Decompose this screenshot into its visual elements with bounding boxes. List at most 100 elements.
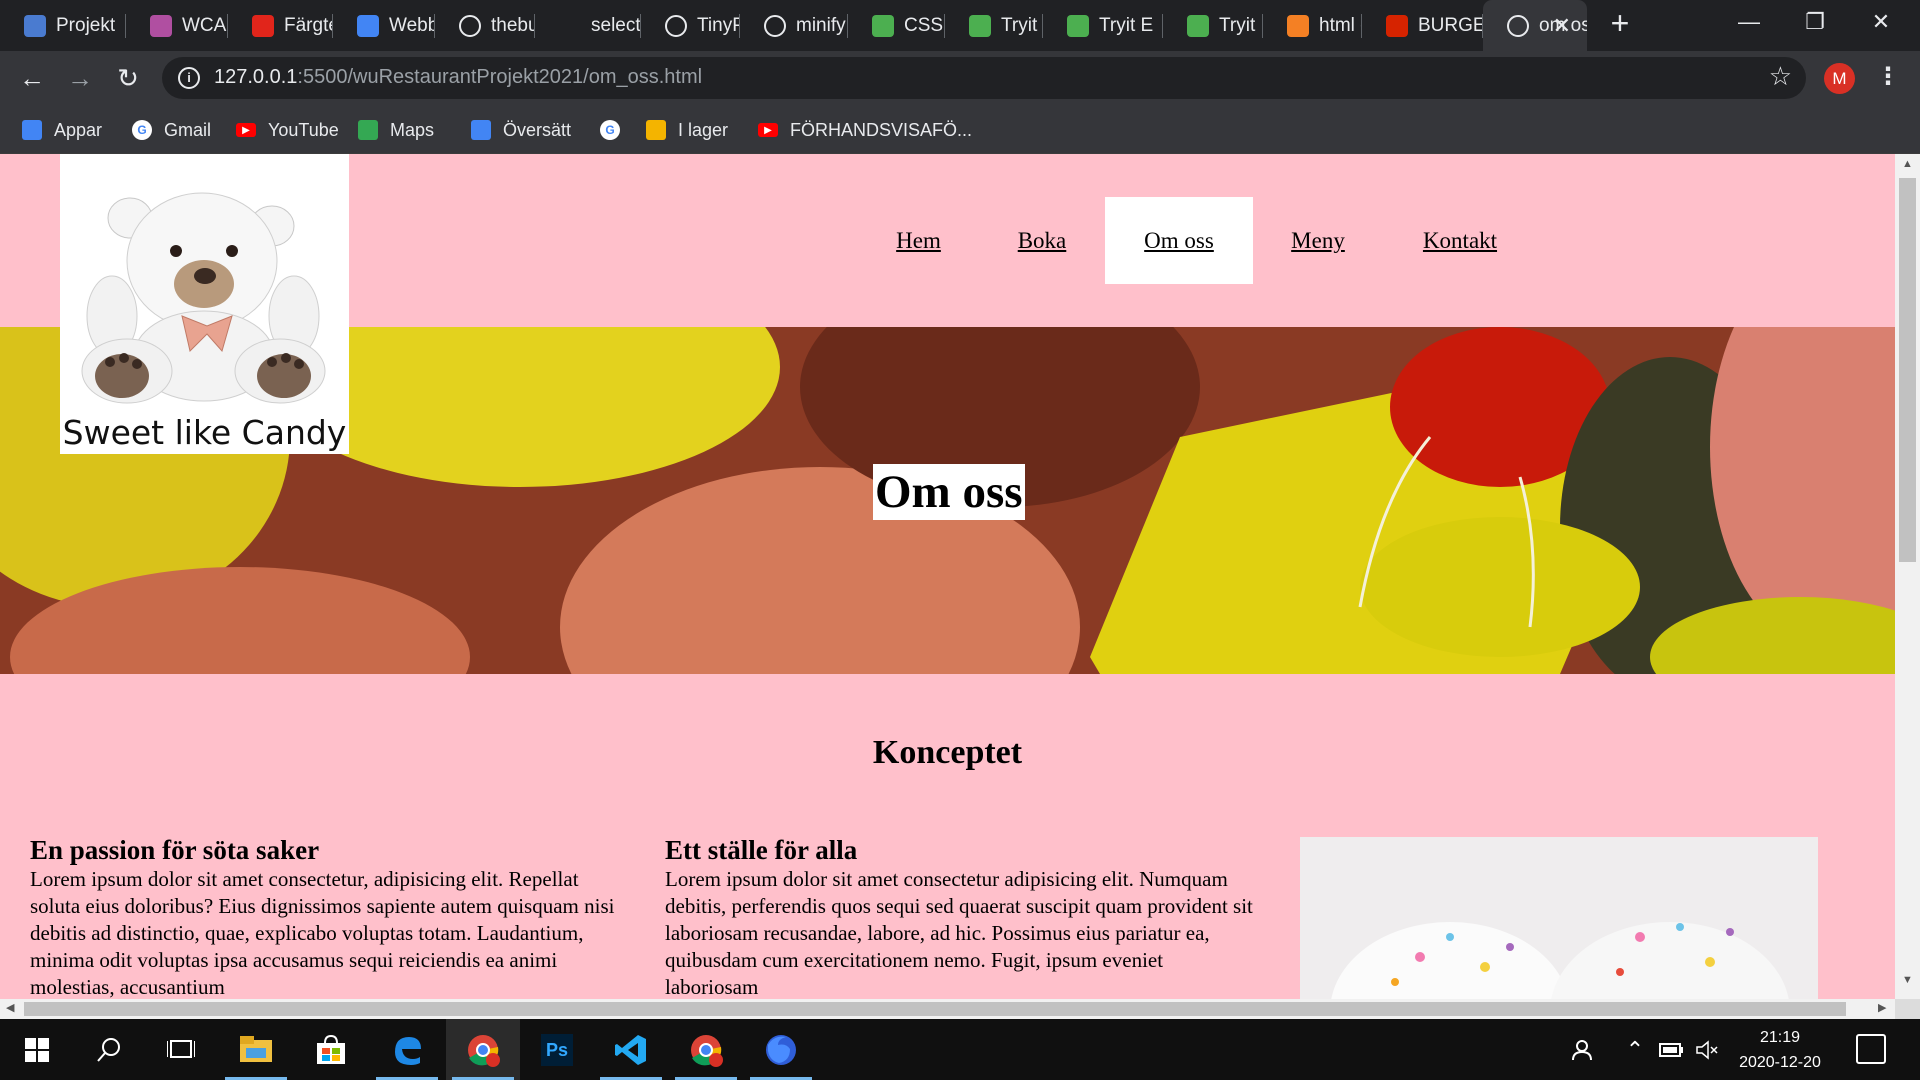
- nav-link-om-oss[interactable]: Om oss: [1105, 197, 1253, 284]
- site-logo[interactable]: Sweet like Candy: [60, 154, 349, 454]
- address-bar[interactable]: i 127.0.0.1:5500/wuRestaurantProjekt2021…: [162, 57, 1806, 99]
- globe-icon: [459, 14, 481, 37]
- tab-title: TinyPNG: [697, 14, 740, 36]
- task-view-icon[interactable]: [144, 1019, 218, 1080]
- content-column-2: Ett ställe för alla Lorem ipsum dolor si…: [665, 834, 1255, 999]
- scroll-left-arrow-icon[interactable]: ◀: [6, 1001, 14, 1014]
- site-info-icon[interactable]: i: [178, 67, 200, 89]
- nav-link-boka[interactable]: Boka: [996, 197, 1088, 284]
- tab-title: Färgtema: [284, 14, 333, 36]
- horizontal-scrollbar[interactable]: ◀ ▶: [0, 999, 1895, 1019]
- browser-tab[interactable]: Tryit E: [1043, 0, 1163, 51]
- apps-grid-icon: [22, 120, 42, 140]
- system-clock[interactable]: 21:19 2020-12-20: [1725, 1025, 1835, 1075]
- bookmark-item[interactable]: G Gmail: [132, 117, 211, 143]
- browser-tab[interactable]: CSS Ir: [848, 0, 945, 51]
- close-window-button[interactable]: ✕: [1848, 0, 1914, 44]
- photoshop-icon[interactable]: Ps: [520, 1019, 594, 1080]
- browser-tab[interactable]: Tryit E: [945, 0, 1043, 51]
- scroll-up-arrow-icon[interactable]: ▲: [1902, 158, 1913, 170]
- profile-avatar[interactable]: M: [1824, 63, 1855, 94]
- close-tab-icon[interactable]: ✕: [1553, 13, 1571, 39]
- vscode-icon[interactable]: [594, 1019, 668, 1080]
- cupcakes-image: [1300, 837, 1818, 999]
- bookmark-item[interactable]: ▶ FÖRHANDSVISAFÖ...: [758, 117, 972, 143]
- browser-menu-icon[interactable]: ⋮: [1876, 63, 1900, 94]
- bookmark-item[interactable]: Appar: [22, 117, 102, 143]
- back-icon[interactable]: ←: [16, 62, 48, 94]
- photoshop-label: Ps: [541, 1033, 573, 1066]
- vertical-scrollbar[interactable]: ▲ ▼: [1895, 154, 1920, 999]
- column-2-heading: Ett ställe för alla: [665, 835, 858, 865]
- browser-tab[interactable]: TinyPNG: [641, 0, 740, 51]
- notification-center-icon[interactable]: [1856, 1034, 1886, 1064]
- file-explorer-icon[interactable]: [219, 1019, 293, 1080]
- w3schools-icon: [1187, 14, 1209, 37]
- browser-tab[interactable]: html -: [1263, 0, 1362, 51]
- bookmark-item[interactable]: ▶ YouTube: [236, 117, 339, 143]
- microsoft-store-icon[interactable]: [294, 1019, 368, 1080]
- teddy-bear-icon: [81, 192, 326, 404]
- bookmark-item[interactable]: Översätt: [471, 117, 571, 143]
- browser-tab[interactable]: Färgtema: [228, 0, 333, 51]
- restore-window-button[interactable]: ❐: [1782, 0, 1848, 44]
- browser-tab[interactable]: Tryit E: [1163, 0, 1263, 51]
- edge-icon[interactable]: [370, 1019, 444, 1080]
- bookmark-item[interactable]: I lager: [646, 117, 728, 143]
- horizontal-scroll-thumb[interactable]: [24, 1002, 1846, 1016]
- browser-tab[interactable]: minify: [740, 0, 848, 51]
- browser-tab[interactable]: Projekt: [0, 0, 126, 51]
- new-tab-button[interactable]: +: [1604, 7, 1636, 40]
- nav-link-kontakt[interactable]: Kontakt: [1397, 197, 1523, 284]
- minimize-window-button[interactable]: —: [1716, 0, 1782, 44]
- tab-title: Projekt: [56, 14, 116, 36]
- battery-icon[interactable]: [1656, 1019, 1686, 1080]
- google-icon: G: [132, 120, 152, 140]
- scroll-down-arrow-icon[interactable]: ▼: [1902, 974, 1913, 986]
- bookmark-label: Gmail: [164, 119, 212, 140]
- tab-title: WCAG: [182, 14, 228, 36]
- bookmark-item[interactable]: G: [600, 117, 632, 143]
- scroll-right-arrow-icon[interactable]: ▶: [1878, 1001, 1886, 1014]
- panda-icon: [665, 14, 687, 37]
- url-text[interactable]: 127.0.0.1:5500/wuRestaurantProjekt2021/o…: [214, 66, 702, 89]
- tab-title: select: [591, 14, 641, 36]
- clock-time: 21:19: [1759, 1029, 1801, 1046]
- column-2-text: Lorem ipsum dolor sit amet consectetur a…: [665, 867, 1253, 999]
- w3schools-icon: [872, 14, 894, 37]
- adobe-icon: [252, 14, 274, 37]
- tab-title: Tryit E: [1099, 14, 1154, 36]
- firefox-icon[interactable]: [744, 1019, 818, 1080]
- windows-start-icon[interactable]: [0, 1019, 74, 1080]
- reload-icon[interactable]: ↻: [112, 62, 144, 94]
- nav-link-meny[interactable]: Meny: [1270, 197, 1366, 284]
- people-icon[interactable]: [1566, 1019, 1602, 1080]
- bookmark-label: Appar: [54, 119, 103, 140]
- w3schools-icon: [969, 14, 991, 37]
- chrome-icon[interactable]: [446, 1019, 520, 1080]
- browser-tab[interactable]: BURGER: [1362, 0, 1483, 51]
- browser-tab[interactable]: Webbutveckling: [333, 0, 435, 51]
- contact-icon: [24, 14, 46, 37]
- bookmark-label: Översätt: [503, 119, 572, 140]
- tab-title: BURGER: [1418, 14, 1483, 36]
- vertical-scroll-thumb[interactable]: [1899, 178, 1916, 562]
- tab-title: minify: [796, 14, 846, 36]
- forward-icon[interactable]: →: [64, 62, 96, 94]
- browser-tab[interactable]: select: [535, 0, 641, 51]
- docs-icon: [357, 14, 379, 37]
- bookmark-item[interactable]: Maps: [358, 117, 434, 143]
- bookmark-star-icon[interactable]: ☆: [1769, 61, 1792, 92]
- search-icon[interactable]: [72, 1019, 146, 1080]
- volume-muted-icon[interactable]: [1692, 1019, 1722, 1080]
- maps-pin-icon: [358, 120, 378, 140]
- chrome-icon[interactable]: [669, 1019, 743, 1080]
- bookmark-label: YouTube: [268, 119, 339, 140]
- browser-tab[interactable]: om oss✕: [1483, 0, 1587, 51]
- browser-tab[interactable]: thebu: [435, 0, 535, 51]
- bookmark-label: Maps: [390, 119, 435, 140]
- chevron-up-icon[interactable]: ⌃: [1620, 1019, 1650, 1080]
- browser-tab[interactable]: WCAG: [126, 0, 228, 51]
- browser-toolbar: ← → ↻ i 127.0.0.1:5500/wuRestaurantProje…: [0, 51, 1920, 105]
- nav-link-hem[interactable]: Hem: [872, 197, 965, 284]
